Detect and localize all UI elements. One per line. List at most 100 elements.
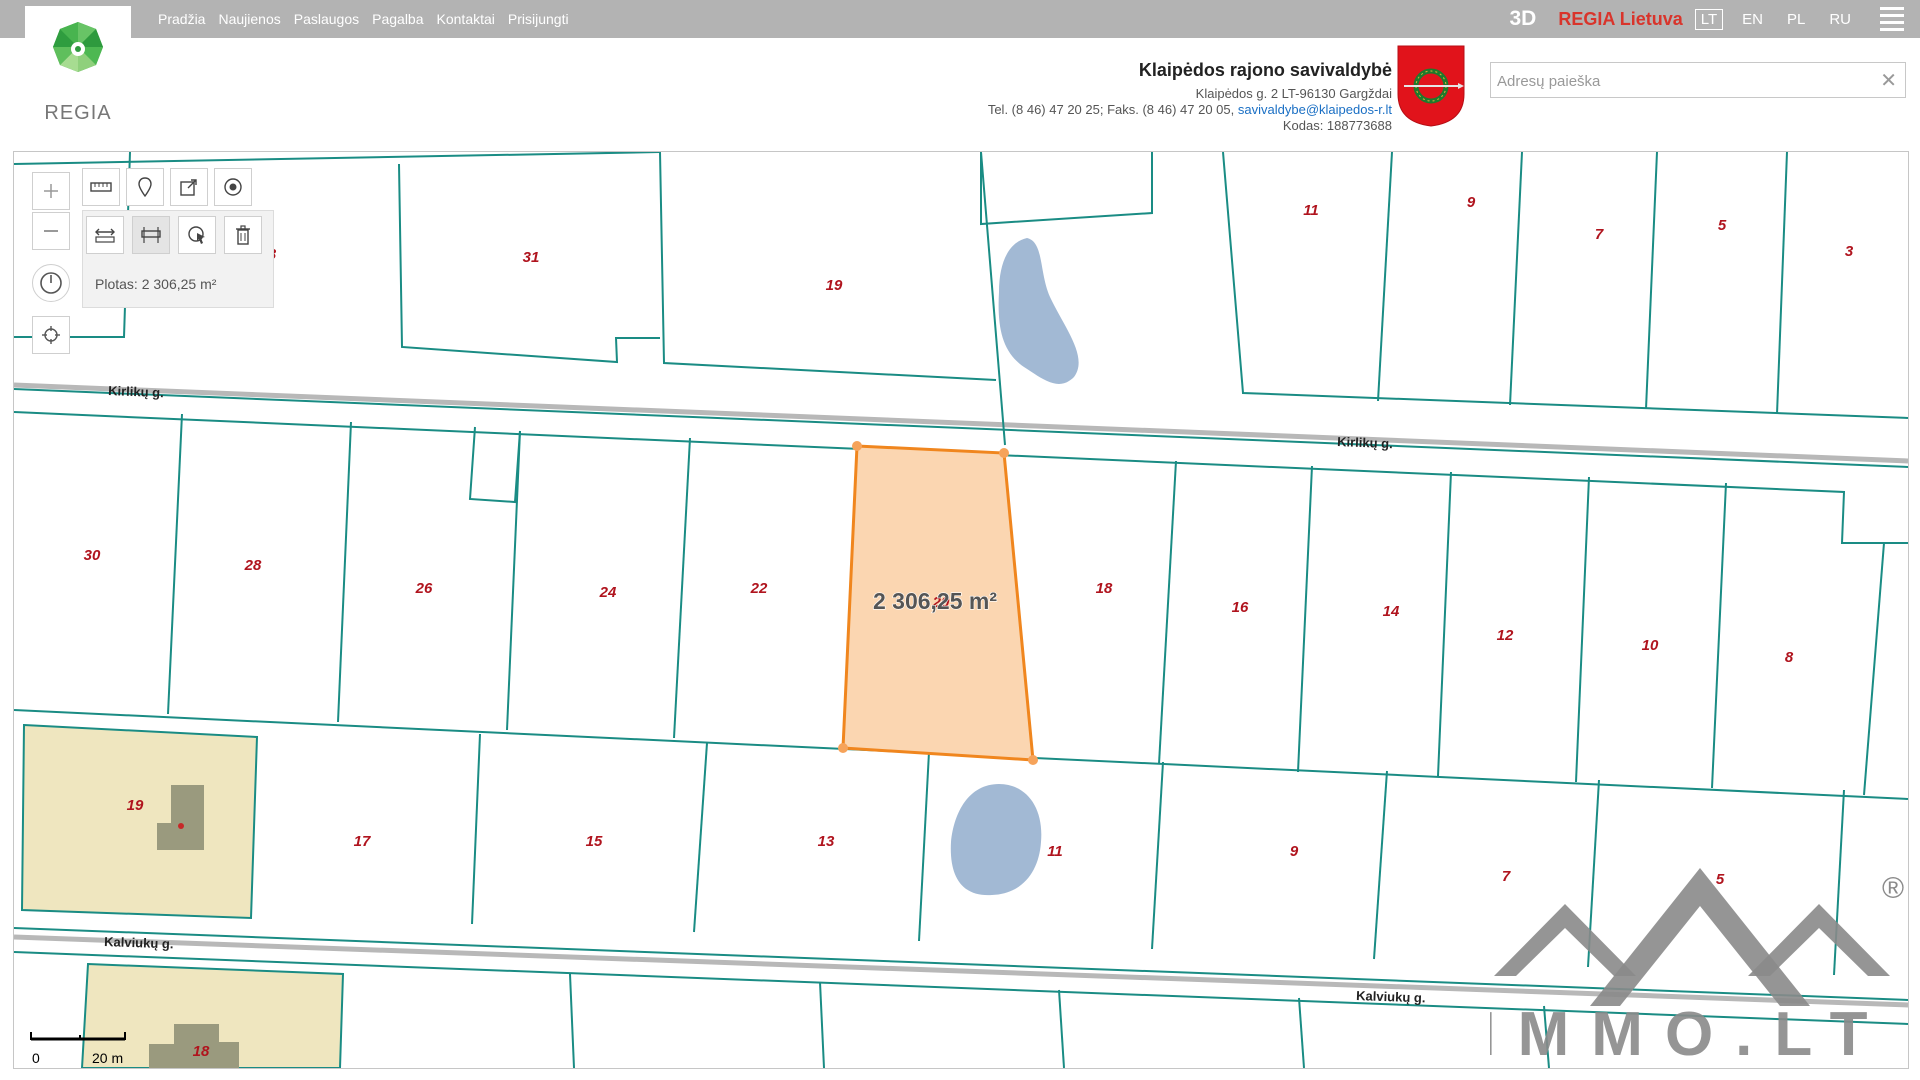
close-icon[interactable]: ✕: [1880, 68, 1897, 93]
street-label-kalviuku: Kalviukų g.: [104, 934, 174, 951]
street-label-kirliku: Kirlikų g.: [1337, 434, 1393, 451]
parcel-number: 11: [1303, 202, 1319, 219]
parcel-number: 19: [826, 277, 843, 294]
scale-label: 20 m: [92, 1050, 124, 1066]
parcel-number: 30: [84, 547, 101, 564]
target-icon: [224, 178, 242, 196]
measure-length-icon: [95, 228, 115, 243]
nav-kontaktai[interactable]: Kontaktai: [437, 11, 495, 27]
measure-tool-button[interactable]: [82, 168, 120, 206]
lang-en[interactable]: EN: [1737, 10, 1768, 29]
municipality-title: Klaipėdos rajono savivaldybė: [1138, 60, 1392, 80]
vertex-handle[interactable]: [838, 743, 848, 753]
parcel-number: 3: [1845, 243, 1854, 260]
nav-pagalba[interactable]: Pagalba: [372, 11, 423, 27]
parcel-number: 12: [1497, 627, 1514, 644]
measure-ruler-icon: [90, 182, 112, 192]
nav-paslaugos[interactable]: Paslaugos: [294, 11, 359, 27]
parcel-number: 31: [523, 249, 540, 266]
polygon-area-label: 2 306,25 m²: [873, 588, 997, 614]
watermark-roof-left: [1494, 904, 1636, 976]
nav-prisijungti[interactable]: Prisijungti: [508, 11, 569, 27]
parcel-number: 5: [1718, 217, 1727, 234]
parcel-number: 17: [354, 833, 371, 850]
locate-icon: [42, 326, 60, 344]
municipality-address: Klaipėdos g. 2 LT-96130 Gargždai: [1195, 86, 1392, 101]
street-label-kirliku: Kirlikų g.: [108, 383, 164, 400]
immo-watermark: IMMO.LT ®: [1490, 868, 1904, 1069]
measure-length-button[interactable]: [86, 216, 124, 254]
parcel-number: 18: [1096, 580, 1113, 597]
municipality-code: Kodas: 188773688: [1282, 118, 1392, 133]
pond: [950, 784, 1042, 896]
pond: [998, 238, 1079, 384]
vertex-handle[interactable]: [852, 441, 862, 451]
coat-of-arms-icon: [1397, 45, 1465, 127]
parcel-number: 28: [244, 557, 262, 574]
zoom-in-icon: [44, 184, 58, 198]
zoom-out-icon: [44, 230, 58, 232]
3d-view-button[interactable]: 3D: [1510, 7, 1537, 31]
history-icon: [40, 272, 62, 294]
municipality-contacts: Tel. (8 46) 47 20 25; Faks. (8 46) 47 20…: [988, 102, 1392, 118]
scale-bar: 0 20 m: [30, 1030, 130, 1066]
parcel-number: 22: [750, 580, 768, 597]
parcel-number: 16: [1232, 599, 1249, 616]
municipality-email-link[interactable]: savivaldybe@klaipedos-r.lt: [1238, 102, 1392, 117]
lang-ru[interactable]: RU: [1824, 10, 1856, 29]
main-nav: Pradžia Naujienos Paslaugos Pagalba Kont…: [158, 0, 569, 38]
top-right-controls: 3D REGIA Lietuva LT EN PL RU: [1510, 0, 1920, 38]
select-tool-button[interactable]: [178, 216, 216, 254]
zoom-in-button[interactable]: [32, 172, 70, 210]
zoom-out-button[interactable]: [32, 212, 70, 250]
parcel-number: 19: [127, 797, 144, 814]
parcel-number: 7: [1595, 226, 1604, 243]
measure-result: Plotas: 2 306,25 m²: [95, 276, 217, 292]
measure-area-button[interactable]: [132, 216, 170, 254]
parcel-number: 13: [818, 833, 835, 850]
delete-button[interactable]: [224, 216, 262, 254]
regia-logo-icon: [53, 22, 103, 72]
scale-zero: 0: [32, 1050, 40, 1066]
hamburger-icon[interactable]: [1880, 3, 1904, 35]
marker-tool-button[interactable]: [126, 168, 164, 206]
logo-text: REGIA: [44, 102, 112, 124]
marker-icon: [138, 177, 152, 197]
watermark-text: IMMO.LT: [1490, 1000, 1890, 1069]
select-tool-icon: [188, 226, 205, 244]
municipality-phone: Tel. (8 46) 47 20 25; Faks. (8 46) 47 20…: [987, 102, 1235, 117]
measure-area-icon: [141, 227, 161, 243]
vertex-handle[interactable]: [999, 448, 1009, 458]
scale-bar-graphic: [30, 1032, 126, 1041]
address-search-box: ✕: [1490, 62, 1906, 99]
watermark-roof-right: [1748, 904, 1890, 976]
parcel-number: 14: [1383, 603, 1400, 620]
locate-button[interactable]: [32, 316, 70, 354]
building-yard: [20, 723, 259, 920]
street-label-kalviuku: Kalviukų g.: [1356, 988, 1426, 1005]
delete-icon: [236, 225, 250, 245]
watermark-registered: ®: [1882, 872, 1904, 905]
regia-logo[interactable]: REGIA: [25, 6, 131, 126]
target-button[interactable]: [214, 168, 252, 206]
history-button[interactable]: [32, 264, 70, 302]
nav-naujienos[interactable]: Naujienos: [218, 11, 280, 27]
nav-pradzia[interactable]: Pradžia: [158, 11, 205, 27]
watermark-roof-middle: [1590, 868, 1810, 1006]
parcel-number: 15: [586, 833, 603, 850]
parcel-number: 11: [1047, 843, 1063, 860]
regia-lietuva-link[interactable]: REGIA Lietuva: [1558, 9, 1682, 30]
parcel-number: 8: [1785, 649, 1794, 666]
lang-pl[interactable]: PL: [1782, 10, 1810, 29]
lang-lt[interactable]: LT: [1694, 8, 1724, 30]
vertex-handle[interactable]: [1028, 755, 1038, 765]
parcel-number: 9: [1467, 194, 1476, 211]
parcel-number: 10: [1642, 637, 1659, 654]
share-button[interactable]: [170, 168, 208, 206]
address-point: [178, 823, 184, 829]
top-navigation-bar: Pradžia Naujienos Paslaugos Pagalba Kont…: [0, 0, 1920, 38]
parcel-number: 24: [599, 584, 617, 601]
street-labels: Kirlikų g. Kirlikų g. Kalviukų g. Kalviu…: [104, 383, 1426, 1005]
parcel-number: 26: [415, 580, 433, 597]
address-search-input[interactable]: [1491, 63, 1869, 99]
